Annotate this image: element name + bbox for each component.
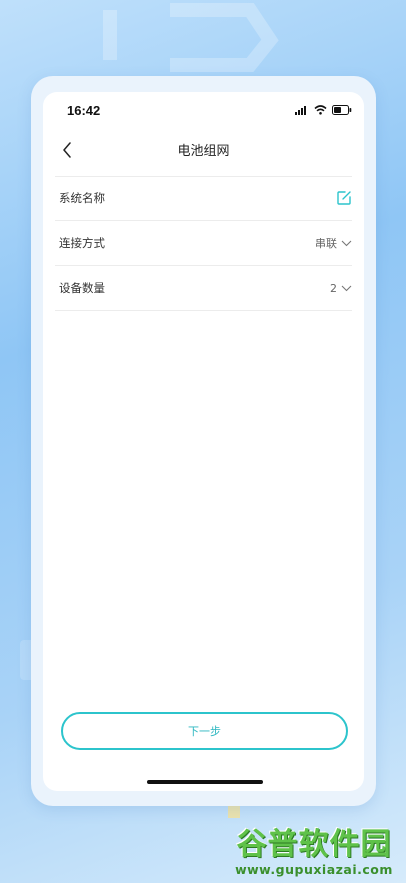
phone-frame: 16:42 电池组网 系统名称 连接方式 串联 设备数量 2 下一步 — [31, 76, 376, 806]
watermark-brand: 谷普软件园 — [236, 827, 392, 862]
system-name-row[interactable]: 系统名称 — [59, 176, 352, 220]
page-title: 电池组网 — [177, 144, 230, 159]
device-count-label: 设备数量 — [59, 281, 105, 295]
next-step-button[interactable]: 下一步 — [61, 712, 348, 750]
cellular-signal-icon — [295, 106, 306, 115]
system-name-label: 系统名称 — [59, 191, 105, 205]
chevron-down-icon — [341, 240, 352, 246]
system-name-value — [332, 190, 352, 206]
app-screen: 16:42 电池组网 系统名称 连接方式 串联 设备数量 2 下一步 — [43, 92, 364, 791]
connection-mode-value: 串联 — [315, 237, 337, 250]
chevron-down-icon — [341, 285, 352, 291]
device-count-row[interactable]: 设备数量 2 — [59, 266, 352, 310]
battery-icon — [332, 105, 352, 115]
connection-mode-row[interactable]: 连接方式 串联 — [59, 221, 352, 265]
divider — [55, 310, 352, 311]
status-icons — [295, 103, 352, 117]
wifi-icon — [314, 105, 327, 115]
device-count-selector[interactable]: 2 — [330, 282, 352, 295]
status-bar: 16:42 — [43, 92, 364, 128]
edit-icon[interactable] — [336, 190, 352, 206]
watermark: 谷普软件园 www.gupuxiazai.com — [222, 820, 406, 883]
navigation-bar: 电池组网 — [43, 128, 364, 172]
connection-mode-label: 连接方式 — [59, 236, 105, 250]
status-time: 16:42 — [67, 103, 101, 118]
device-count-value: 2 — [330, 281, 337, 295]
home-indicator — [147, 780, 263, 784]
watermark-url: www.gupuxiazai.com — [235, 862, 393, 877]
connection-mode-selector[interactable]: 串联 — [315, 235, 352, 251]
